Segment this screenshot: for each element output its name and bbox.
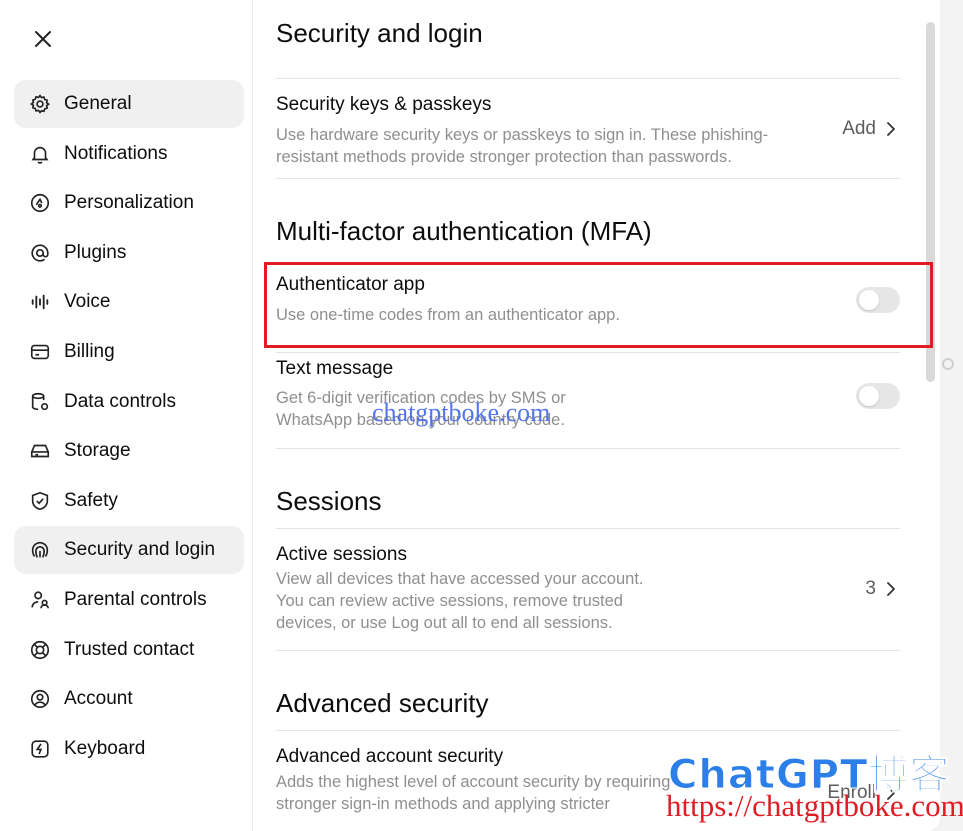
advanced-account-security-description-line2: stronger sign-in methods and applying st… [276,795,610,813]
add-label: Add [842,118,876,139]
toggle-knob [859,290,879,310]
sidebar-item-safety[interactable]: Safety [14,477,244,525]
sidebar-item-label: Data controls [64,390,176,412]
settings-sidebar: General Notifications Personalization Pl… [14,80,244,774]
sidebar-item-label: Account [64,688,133,710]
active-sessions-title: Active sessions [276,544,407,565]
sidebar-item-notifications[interactable]: Notifications [14,130,244,178]
scrollbar-thumb[interactable] [926,22,935,382]
storage-drive-icon [28,439,52,463]
text-message-title: Text message [276,358,394,379]
sidebar-item-label: Parental controls [64,588,207,610]
section-title-advanced: Advanced security [276,688,489,718]
passkeys-add-button[interactable]: Add [842,118,896,140]
row-divider [276,178,900,179]
row-divider [276,448,900,449]
sidebar-item-label: Storage [64,440,131,462]
sidebar-item-label: Personalization [64,192,194,214]
sidebar-item-label: Notifications [64,142,168,164]
sidebar-item-storage[interactable]: Storage [14,427,244,475]
authenticator-app-description: Use one-time codes from an authenticator… [276,306,620,324]
toggle-knob [859,386,879,406]
close-icon [35,31,51,47]
chevron-right-icon [887,582,895,596]
section-title-sessions: Sessions [276,486,382,516]
sidebar-item-billing[interactable]: Billing [14,328,244,376]
fingerprint-icon [28,538,52,562]
sidebar-item-label: Safety [64,489,118,511]
text-message-description-line2: WhatsApp based on your country code. [276,411,565,429]
sidebar-item-label: Billing [64,340,115,362]
active-sessions-description-line1: View all devices that have accessed your… [276,570,644,588]
active-sessions-description-line2: You can review active sessions, remove t… [276,592,623,610]
section-title-mfa: Multi-factor authentication (MFA) [276,216,652,246]
sidebar-item-label: Plugins [64,241,127,263]
close-button[interactable] [28,24,58,54]
passkeys-description-line2: resistant methods provide stronger prote… [276,148,732,166]
sidebar-item-personalization[interactable]: Personalization [14,179,244,227]
database-gear-icon [28,390,52,414]
row-divider [276,650,900,651]
sidebar-item-label: Trusted contact [64,638,195,660]
gear-icon [28,92,52,116]
enroll-label: Enroll [827,782,876,803]
sidebar-item-parental-controls[interactable]: Parental controls [14,576,244,624]
authenticator-app-title: Authenticator app [276,274,425,295]
chevron-right-icon [887,786,895,800]
sidebar-item-general[interactable]: General [14,80,244,128]
settings-dialog: General Notifications Personalization Pl… [0,0,940,831]
shield-check-icon [28,489,52,513]
sidebar-divider [252,0,253,831]
row-divider [276,78,900,79]
sidebar-item-voice[interactable]: Voice [14,278,244,326]
edge-help-icon [942,358,954,370]
bell-icon [28,142,52,166]
active-sessions-description-line3: devices, or use Log out all to end all s… [276,614,613,632]
lifebuoy-icon [28,638,52,662]
sidebar-item-security-and-login[interactable]: Security and login [14,526,244,575]
sidebar-item-trusted-contact[interactable]: Trusted contact [14,626,244,674]
personalization-icon [28,191,52,215]
sidebar-item-data-controls[interactable]: Data controls [14,378,244,426]
passkeys-description-line1: Use hardware security keys or passkeys t… [276,126,769,144]
enroll-button[interactable]: Enroll [827,782,896,804]
sessions-count: 3 [865,578,876,599]
chevron-right-icon [887,122,895,136]
sidebar-item-account[interactable]: Account [14,675,244,723]
section-title-security: Security and login [276,18,483,48]
sidebar-item-label: Security and login [64,539,216,561]
row-divider [276,528,900,529]
active-sessions-button[interactable]: 3 [865,578,896,600]
row-divider [276,730,900,731]
advanced-account-security-title: Advanced account security [276,746,504,767]
card-icon [28,340,52,364]
at-sign-icon [28,241,52,265]
text-message-description-line1: Get 6-digit verification codes by SMS or [276,389,566,407]
advanced-account-security-description-line1: Adds the highest level of account securi… [276,773,671,791]
sidebar-item-label: Keyboard [64,737,146,759]
user-circle-icon [28,687,52,711]
text-message-toggle[interactable] [856,383,900,409]
sidebar-item-label: General [64,93,132,114]
sidebar-item-label: Voice [64,291,111,313]
passkeys-title: Security keys & passkeys [276,94,492,115]
row-divider [276,352,900,353]
authenticator-app-toggle[interactable] [856,287,900,313]
parent-user-icon [28,588,52,612]
lightning-icon [28,737,52,761]
sidebar-item-plugins[interactable]: Plugins [14,229,244,277]
waveform-icon [28,290,52,314]
sidebar-item-keyboard[interactable]: Keyboard [14,725,244,773]
